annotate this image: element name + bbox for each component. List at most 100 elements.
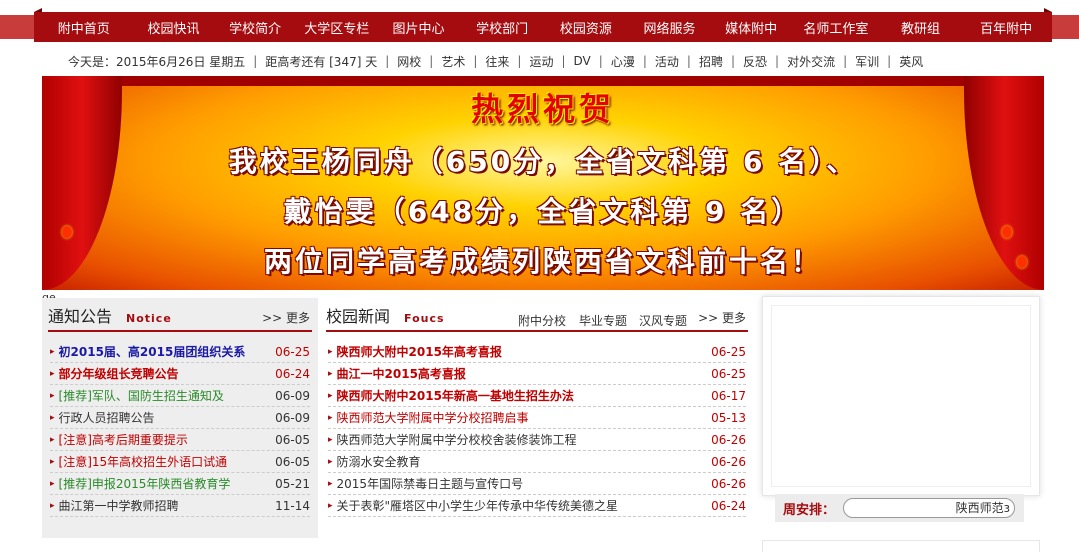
quick-link[interactable]: 往来 — [485, 53, 509, 70]
bullet-icon: ▸ — [328, 456, 333, 467]
right-lower-box — [762, 540, 1040, 552]
notice-title: 通知公告 — [48, 307, 113, 326]
separator: | — [686, 54, 691, 68]
notice-row[interactable]: ▸ 曲江第一中学教师招聘 11-14 — [50, 495, 310, 517]
quick-link[interactable]: 艺术 — [441, 53, 465, 70]
today-date: 今天是：2015年6月26日 星期五 — [68, 54, 246, 69]
separator: | — [598, 54, 603, 68]
notice-row-date: 05-21 — [275, 476, 310, 491]
bullet-icon: ▸ — [328, 412, 333, 423]
nav-item[interactable]: 附中首页 — [34, 18, 134, 37]
nav-item[interactable]: 百年附中 — [960, 18, 1052, 37]
bullet-icon: ▸ — [50, 456, 55, 467]
notice-header: 通知公告 Notice >> 更多 — [48, 302, 312, 332]
nav-item[interactable]: 大学区专栏 — [297, 18, 377, 37]
quick-link[interactable]: 对外交流 — [787, 53, 835, 70]
news-row[interactable]: ▸ 关于表彰"雁塔区中小学生少年传承中华传统美德之星 06-24 — [328, 495, 746, 517]
news-row-date: 06-25 — [711, 344, 746, 359]
news-row-title[interactable]: 关于表彰"雁塔区中小学生少年传承中华传统美德之星 — [337, 497, 712, 514]
nav-item[interactable]: 教研组 — [881, 18, 961, 37]
banner-title: 热烈祝贺 — [470, 90, 615, 128]
news-row-date: 05-13 — [711, 410, 746, 425]
weekly-schedule-bar: 周安排： 陕西师范з — [775, 494, 1024, 522]
news-row-date: 06-17 — [711, 388, 746, 403]
quick-link[interactable]: 英风 — [899, 53, 923, 70]
nav-item[interactable]: 名师工作室 — [791, 18, 881, 37]
bullet-icon: ▸ — [50, 478, 55, 489]
notice-row-title[interactable]: 行政人员招聘公告 — [59, 409, 276, 426]
notice-row-title[interactable]: [推荐]申报2015年陕西省教育学 — [59, 475, 276, 492]
quick-link[interactable]: 活动 — [655, 53, 679, 70]
nav-item[interactable]: 图片中心 — [377, 18, 461, 37]
banner-line-1: 我校王杨同舟（650分，全省文科第 6 名）、 — [228, 145, 858, 178]
notice-row-date: 06-24 — [275, 366, 310, 381]
nav-item[interactable]: 学校部门 — [460, 18, 544, 37]
quick-link[interactable]: 运动 — [529, 53, 553, 70]
news-row[interactable]: ▸ 陕西师大附中2015年新高一基地生招生办法 06-17 — [328, 385, 746, 407]
notice-more-link[interactable]: >> 更多 — [262, 309, 310, 326]
nav-item[interactable]: 学校简介 — [213, 18, 297, 37]
news-more-link[interactable]: >> 更多 — [698, 309, 746, 326]
news-tab[interactable]: 附中分校 — [518, 312, 566, 329]
congratulations-banner[interactable]: 热烈祝贺 我校王杨同舟（650分，全省文科第 6 名）、 戴怡雯（648分，全省… — [42, 76, 1044, 290]
weekly-schedule-label: 周安排： — [783, 502, 836, 518]
weekly-schedule-select[interactable]: 陕西师范з — [843, 498, 1015, 518]
notice-row[interactable]: ▸ [注意]15年高校招生外语口试通 06-05 — [50, 451, 310, 473]
news-row-title[interactable]: 2015年国际禁毒日主题与宣传口号 — [337, 475, 712, 492]
separator: | — [730, 54, 735, 68]
news-row-title[interactable]: 陕西师大附中2015年高考喜报 — [337, 343, 712, 360]
notice-row[interactable]: ▸ 部分年级组长竞聘公告 06-24 — [50, 363, 310, 385]
notice-row[interactable]: ▸ 初2015届、高2015届团组织关系 06-25 — [50, 341, 310, 363]
news-row[interactable]: ▸ 陕西师范大学附属中学分校招聘启事 05-13 — [328, 407, 746, 429]
notice-row[interactable]: ▸ [推荐]申报2015年陕西省教育学 05-21 — [50, 473, 310, 495]
quick-link[interactable]: 心漫 — [611, 53, 635, 70]
notice-row-title[interactable]: [推荐]军队、国防生招生通知及 — [59, 387, 276, 404]
news-tab[interactable]: 汉风专题 — [639, 312, 687, 329]
news-row[interactable]: ▸ 陕西师范大学附属中学分校校舍装修装饰工程 06-26 — [328, 429, 746, 451]
news-tab[interactable]: 毕业专题 — [579, 312, 627, 329]
quick-link[interactable]: 网校 — [397, 53, 421, 70]
notice-row[interactable]: ▸ 行政人员招聘公告 06-09 — [50, 407, 310, 429]
main-nav: 附中首页 校园快讯 学校简介 大学区专栏 图片中心 学校部门 校园资源 网络服务 媒体附中 名师工… — [34, 12, 1052, 42]
news-en-title: Foucs — [404, 312, 445, 325]
nav-item[interactable]: 媒体附中 — [711, 18, 791, 37]
notice-row-title[interactable]: 曲江第一中学教师招聘 — [59, 497, 276, 514]
top-nav-bar: 附中首页 校园快讯 学校简介 大学区专栏 图片中心 学校部门 校园资源 网络服务 媒体附中 名师工… — [0, 8, 1079, 42]
notice-row[interactable]: ▸ [推荐]军队、国防生招生通知及 06-09 — [50, 385, 310, 407]
notice-row[interactable]: ▸ [注意]高考后期重要提示 06-05 — [50, 429, 310, 451]
news-row-title[interactable]: 陕西师大附中2015年新高一基地生招生办法 — [337, 387, 712, 404]
quick-link[interactable]: 招聘 — [699, 53, 723, 70]
banner-line-3: 两位同学高考成绩列陕西省文科前十名！ — [263, 245, 822, 278]
news-row-date: 06-26 — [711, 476, 746, 491]
right-image-frame — [771, 305, 1031, 487]
news-row[interactable]: ▸ 陕西师大附中2015年高考喜报 06-25 — [328, 341, 746, 363]
notice-row-title[interactable]: [注意]15年高校招生外语口试通 — [59, 453, 276, 470]
bullet-icon: ▸ — [328, 390, 333, 401]
bullet-icon: ▸ — [50, 500, 55, 511]
news-row[interactable]: ▸ 2015年国际禁毒日主题与宣传口号 06-26 — [328, 473, 746, 495]
quick-link[interactable]: 反恐 — [743, 53, 767, 70]
nav-item[interactable]: 校园快讯 — [134, 18, 214, 37]
news-row-title[interactable]: 陕西师范大学附属中学分校招聘启事 — [337, 409, 712, 426]
bullet-icon: ▸ — [50, 434, 55, 445]
news-row[interactable]: ▸ 曲江一中2015高考喜报 06-25 — [328, 363, 746, 385]
news-row[interactable]: ▸ 防溺水安全教育 06-26 — [328, 451, 746, 473]
separator: | — [843, 54, 848, 68]
quick-link[interactable]: DV — [574, 54, 591, 68]
separator: | — [642, 54, 647, 68]
news-row-title[interactable]: 防溺水安全教育 — [337, 453, 712, 470]
news-row-title[interactable]: 曲江一中2015高考喜报 — [337, 365, 712, 382]
nav-item[interactable]: 校园资源 — [544, 18, 628, 37]
notice-row-title[interactable]: 初2015届、高2015届团组织关系 — [59, 343, 276, 360]
quick-link[interactable]: 军训 — [855, 53, 879, 70]
bullet-icon: ▸ — [328, 346, 333, 357]
notice-row-title[interactable]: 部分年级组长竞聘公告 — [59, 365, 276, 382]
nav-item[interactable]: 网络服务 — [628, 18, 712, 37]
right-image-box — [762, 296, 1040, 496]
notice-row-date: 11-14 — [275, 498, 310, 513]
notice-row-title[interactable]: [注意]高考后期重要提示 — [59, 431, 276, 448]
news-row-title[interactable]: 陕西师范大学附属中学分校校舍装修装饰工程 — [337, 431, 712, 448]
news-row-date: 06-26 — [711, 454, 746, 469]
news-row-date: 06-24 — [711, 498, 746, 513]
separator: | — [253, 54, 258, 68]
